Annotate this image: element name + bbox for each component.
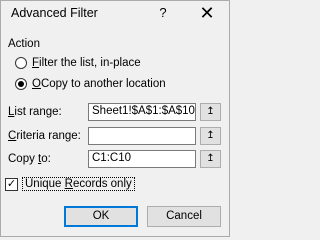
radio-filter-in-place[interactable]: Filter the list, in-place [15, 57, 141, 69]
criteria-range-label: Criteria range: [8, 130, 81, 142]
action-group-label: Action [8, 38, 40, 50]
dialog-title: Advanced Filter [11, 6, 98, 20]
radio-button-copy-to-location[interactable] [15, 78, 27, 90]
radio-label-copy-to-location: OCopy to another location [32, 78, 166, 90]
criteria-range-input[interactable] [88, 127, 196, 145]
copy-to-collapse-icon[interactable]: ↥ [200, 150, 221, 168]
list-range-collapse-icon[interactable]: ↥ [200, 103, 221, 121]
copy-to-input[interactable]: C1:C10 [88, 150, 196, 168]
radio-label-filter-in-place: Filter the list, in-place [32, 57, 141, 69]
radio-copy-to-location[interactable]: OCopy to another location [15, 78, 166, 90]
close-icon[interactable]: ✕ [194, 1, 220, 25]
list-range-label: List range: [8, 106, 62, 118]
ok-button[interactable]: OK [64, 206, 138, 227]
list-range-input[interactable]: Sheet1!$A$1:$A$10 [88, 103, 196, 121]
cancel-button[interactable]: Cancel [147, 206, 221, 227]
unique-records-label: Unique Records only [22, 177, 135, 191]
advanced-filter-dialog: Advanced Filter ? ✕ Action Filter the li… [0, 0, 230, 237]
help-icon[interactable]: ? [151, 2, 175, 24]
criteria-range-collapse-icon[interactable]: ↥ [200, 127, 221, 145]
unique-records-checkbox[interactable]: ✓ [5, 177, 18, 191]
copy-to-label: Copy to: [8, 153, 51, 165]
unique-records-option[interactable]: ✓ Unique Records only [5, 177, 135, 191]
radio-button-filter-in-place[interactable] [15, 57, 27, 69]
